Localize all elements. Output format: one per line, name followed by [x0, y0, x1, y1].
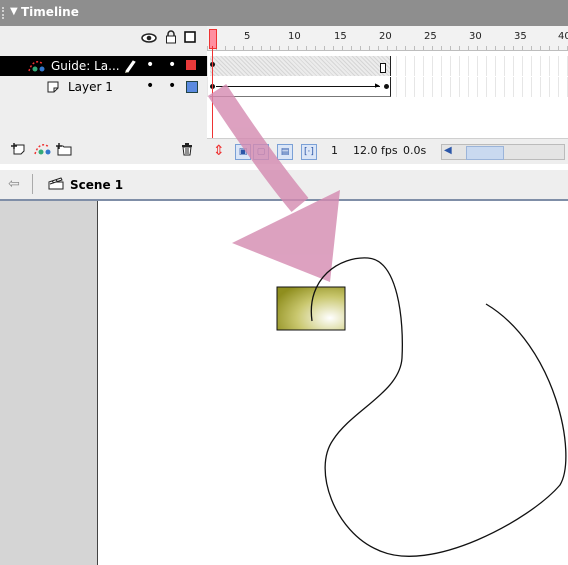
eye-icon[interactable] [141, 32, 157, 47]
ruler-number: 25 [424, 31, 437, 42]
trash-icon[interactable] [180, 142, 194, 160]
outline-icon[interactable] [184, 31, 196, 46]
layer-color-swatch[interactable] [186, 81, 198, 93]
timeline-title: Timeline [21, 5, 79, 19]
pencil-icon [124, 59, 136, 76]
layer-list: Guide: La... • • Layer 1 • • [0, 26, 207, 164]
guide-frame-span[interactable] [210, 56, 391, 76]
elapsed-time: 0.0s [403, 144, 427, 157]
timeline-status-bar: ⇕ ▣ ▢ ▤ [·] 1 12.0 fps 0.0s ◀ [207, 138, 568, 164]
frame-rate[interactable]: 12.0 fps [353, 144, 398, 158]
edit-bar: ⇦ Scene 1 [0, 170, 568, 201]
frame-row-guide[interactable] [207, 56, 568, 76]
pasteboard [0, 201, 98, 565]
layer-row-layer-1[interactable]: Layer 1 • • [0, 77, 207, 97]
scene-label[interactable]: Scene 1 [70, 178, 123, 192]
layer-name: Layer 1 [68, 80, 113, 94]
playhead[interactable] [209, 29, 217, 49]
onion-skin-button[interactable]: ▣ [235, 144, 251, 160]
ruler-number: 30 [469, 31, 482, 42]
layer-row-guide[interactable]: Guide: La... • • [0, 56, 207, 76]
keyframe-dot[interactable] [384, 84, 389, 89]
motion-tween-span[interactable] [210, 77, 391, 97]
insert-layer-folder-icon[interactable] [55, 142, 73, 160]
collapse-arrow-icon[interactable]: ▼ [10, 6, 18, 17]
lock-dot[interactable]: • [168, 57, 176, 73]
lock-icon[interactable] [165, 30, 177, 47]
end-frame-marker[interactable] [380, 63, 386, 73]
timeline-scrollbar[interactable]: ◀ [441, 144, 565, 160]
flash-authoring-window: ▼ Timeline Guide: La... • • Layer 1 • • … [0, 0, 568, 565]
tween-arrow-icon: ▸ [375, 81, 380, 91]
scrollbar-thumb[interactable] [466, 146, 504, 160]
center-frame-icon[interactable]: ⇕ [213, 143, 225, 159]
ruler-number: 15 [334, 31, 347, 42]
lock-dot[interactable]: • [168, 78, 176, 94]
guide-layer-icon [27, 59, 47, 76]
stage[interactable] [98, 201, 568, 565]
layer-tools [0, 138, 207, 164]
timeline-frames[interactable]: 1 5 10 15 20 25 30 35 40 ▸ ⇕ [207, 26, 568, 164]
panel-grip[interactable] [2, 7, 8, 19]
ruler-number: 5 [244, 31, 251, 42]
scroll-left-icon[interactable]: ◀ [444, 145, 452, 156]
ruler-number: 40 [558, 31, 568, 42]
timeline-panel-header[interactable]: ▼ Timeline [0, 0, 568, 26]
ruler-number: 20 [379, 31, 392, 42]
back-arrow-icon[interactable]: ⇦ [8, 176, 20, 192]
onion-skin-outlines-button[interactable]: ▢ [253, 144, 269, 160]
ruler-number: 10 [288, 31, 301, 42]
current-frame: 1 [331, 144, 338, 157]
modify-onion-markers-button[interactable]: [·] [301, 144, 317, 160]
insert-layer-icon[interactable] [10, 142, 28, 160]
frame-row-layer-1[interactable]: ▸ [207, 77, 568, 97]
visibility-dot[interactable]: • [146, 78, 154, 94]
layer-icon [46, 80, 62, 97]
layer-color-swatch[interactable] [186, 60, 196, 70]
tween-arrow-line [216, 86, 380, 87]
layer-name: Guide: La... [51, 59, 120, 73]
visibility-dot[interactable]: • [146, 57, 154, 73]
ruler-number: 35 [514, 31, 527, 42]
scene-clapper-icon [48, 177, 64, 190]
frame-ruler[interactable]: 1 5 10 15 20 25 30 35 40 [207, 26, 568, 51]
edit-multiple-frames-button[interactable]: ▤ [277, 144, 293, 160]
add-motion-guide-icon[interactable] [33, 142, 53, 160]
divider [32, 174, 33, 194]
